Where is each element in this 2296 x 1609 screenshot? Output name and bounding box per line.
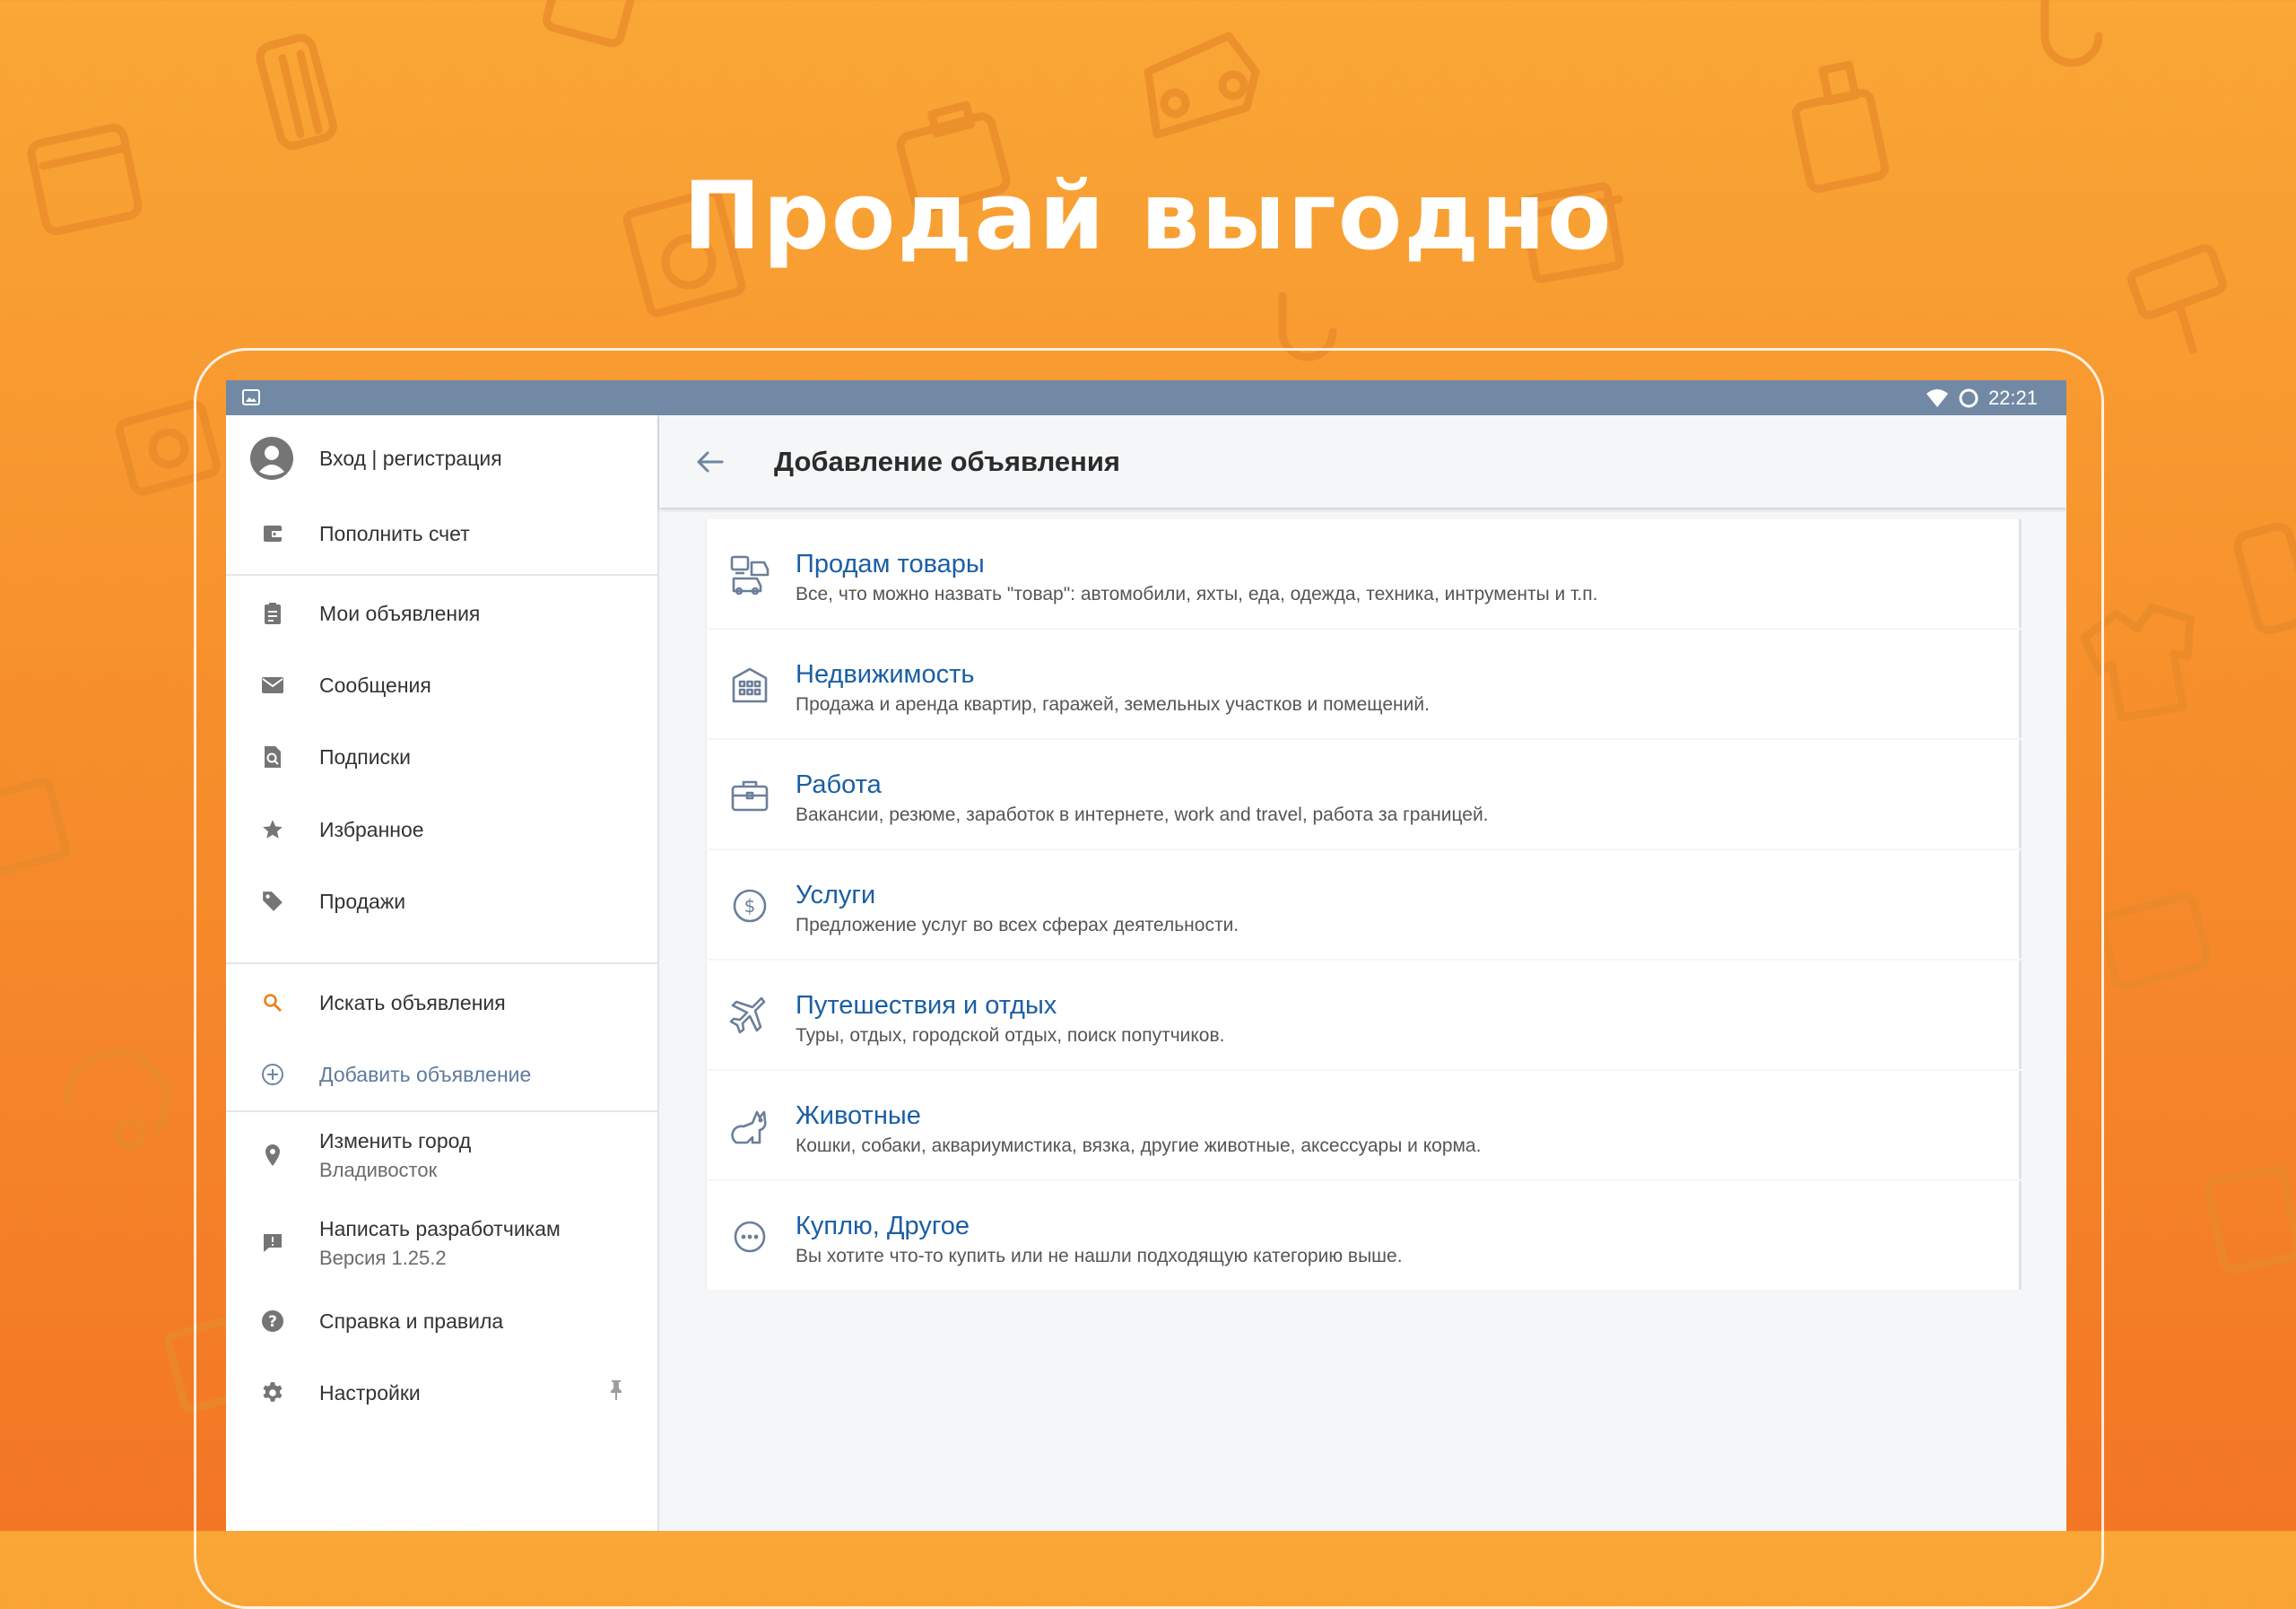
- tire-right-bg-icon: [2233, 522, 2296, 635]
- category-title: Животные: [796, 1101, 921, 1130]
- drawer-add-ad[interactable]: Добавить объявление: [226, 1049, 657, 1100]
- drawer-login-label: Вход | регистрация: [319, 446, 502, 470]
- category-goods[interactable]: Продам товары Все, что можно назвать "то…: [705, 519, 2022, 628]
- more-dots-icon: [734, 1221, 766, 1253]
- drawer-dev-label: Написать разработчикам: [319, 1216, 561, 1240]
- category-services[interactable]: $ Услуги Предложение услуг во всех сфера…: [705, 850, 2022, 959]
- drawer-login[interactable]: Вход | регистрация: [226, 433, 657, 483]
- star-icon: [258, 815, 287, 844]
- navigation-drawer: Вход | регистрация Пополнить счет Мои об…: [226, 415, 659, 1531]
- envelope-icon: [258, 671, 287, 700]
- drawer-item-label: Продажи: [319, 889, 406, 913]
- category-title: Путешествия и отдых: [796, 991, 1057, 1020]
- help-icon: ?: [258, 1307, 287, 1335]
- drawer-item-favorites[interactable]: Избранное: [226, 804, 657, 855]
- bottle-right-bg-icon: [2204, 1165, 2296, 1274]
- page-title: Добавление объявления: [774, 446, 1121, 477]
- drawer-add-label: Добавить объявление: [319, 1062, 532, 1086]
- tag-icon: [258, 887, 287, 916]
- drawer-topup-label: Пополнить счет: [319, 521, 470, 545]
- device-screen: 22:21 Вход | регистрация Пополнить счет: [226, 380, 2066, 1531]
- drawer-city-text: Изменить город Владивосток: [319, 1129, 471, 1182]
- category-description: Кошки, собаки, аквариумистика, вязка, др…: [796, 1135, 1482, 1156]
- drawer-item-my-ads[interactable]: Мои объявления: [226, 588, 657, 639]
- category-description: Туры, отдых, городской отдых, поиск попу…: [796, 1025, 1225, 1046]
- feedback-icon: [258, 1229, 287, 1257]
- gear-icon: [258, 1379, 287, 1407]
- app-bar: Добавление объявления: [659, 415, 2066, 508]
- drawer-item-subscriptions[interactable]: Подписки: [226, 732, 657, 782]
- cat-icon: [731, 1110, 767, 1144]
- goods-icon: [730, 555, 770, 596]
- wallet-icon: [258, 519, 287, 548]
- category-travel[interactable]: Путешествия и отдых Туры, отдых, городск…: [705, 961, 2022, 1069]
- drawer-item-label: Избранное: [319, 817, 424, 841]
- drawer-city-label: Изменить город: [319, 1128, 472, 1152]
- drawer-write-developers[interactable]: Написать разработчикам Версия 1.25.2: [226, 1212, 657, 1274]
- status-bar: 22:21: [226, 380, 2066, 415]
- svg-text:$: $: [744, 895, 756, 917]
- pin-icon[interactable]: [608, 1379, 624, 1407]
- briefcase-icon: [731, 780, 769, 812]
- category-animals[interactable]: Животные Кошки, собаки, аквариумистика, …: [705, 1071, 2022, 1179]
- category-title: Продам товары: [796, 550, 985, 578]
- category-list: Продам товары Все, что можно назвать "то…: [705, 519, 2022, 1292]
- category-real-estate[interactable]: Недвижимость Продажа и аренда квартир, г…: [705, 630, 2022, 738]
- drawer-divider: [226, 574, 657, 576]
- category-other[interactable]: Куплю, Другое Вы хотите что-то купить ил…: [705, 1181, 2022, 1290]
- back-arrow-icon[interactable]: [693, 446, 726, 478]
- box-bg-icon: [0, 778, 70, 876]
- category-title: Недвижимость: [796, 660, 975, 689]
- tire-bg-icon: [256, 33, 337, 151]
- promo-headline: Продай выгодно: [683, 161, 1613, 271]
- drawer-help-label: Справка и правила: [319, 1309, 504, 1333]
- car-bg-icon: [1144, 31, 1260, 139]
- category-description: Предложение услуг во всех сферах деятель…: [796, 915, 1239, 935]
- status-right: 22:21: [1926, 387, 2038, 410]
- drawer-change-city[interactable]: Изменить город Владивосток: [226, 1124, 657, 1187]
- suitcase-right-bg-icon: [2098, 892, 2212, 990]
- drawer-settings[interactable]: Настройки: [226, 1368, 657, 1418]
- drawer-search-ads[interactable]: Искать объявления: [226, 978, 657, 1028]
- headset-bg-icon: [63, 1048, 170, 1152]
- category-description: Вакансии, резюме, заработок в интернете,…: [796, 804, 1489, 825]
- drawer-city-value: Владивосток: [319, 1158, 438, 1181]
- drawer-item-sales[interactable]: Продажи: [226, 876, 657, 926]
- drawer-settings-label: Настройки: [319, 1380, 421, 1405]
- drawer-search-label: Искать объявления: [319, 990, 506, 1014]
- drawer-version: Версия 1.25.2: [319, 1246, 447, 1269]
- drawer-divider: [226, 962, 657, 964]
- document-search-icon: [258, 743, 287, 771]
- battery-circle-icon: [1959, 388, 1979, 408]
- building-icon: [732, 667, 768, 703]
- drawer-help[interactable]: ? Справка и правила: [226, 1296, 657, 1346]
- svg-text:?: ?: [268, 1313, 277, 1331]
- category-work[interactable]: Работа Вакансии, резюме, заработок в инт…: [705, 740, 2022, 848]
- category-title: Работа: [796, 770, 882, 799]
- drawer-dev-text: Написать разработчикам Версия 1.25.2: [319, 1217, 561, 1270]
- category-description: Вы хотите что-то купить или не нашли под…: [796, 1246, 1403, 1266]
- drawer-divider: [226, 1110, 657, 1112]
- add-circle-icon: [258, 1060, 287, 1089]
- status-time: 22:21: [1987, 387, 2038, 409]
- phone-bg-icon: [543, 0, 637, 48]
- drawer-item-messages[interactable]: Сообщения: [226, 660, 657, 710]
- drawer-item-label: Сообщения: [319, 673, 431, 697]
- clipboard-icon: [258, 599, 287, 628]
- drawer-item-label: Мои объявления: [319, 601, 481, 625]
- category-title: Куплю, Другое: [796, 1212, 970, 1240]
- drawer-item-label: Подписки: [319, 744, 411, 769]
- dollar-coin-icon: $: [733, 889, 767, 923]
- search-icon: [258, 988, 287, 1017]
- airplane-icon: [729, 996, 766, 1034]
- drawer-topup[interactable]: Пополнить счет: [226, 509, 657, 559]
- location-pin-icon: [258, 1141, 287, 1170]
- category-description: Продажа и аренда квартир, гаражей, земел…: [796, 694, 1430, 715]
- wifi-icon: [1926, 389, 1948, 407]
- image-notification-icon: [242, 389, 260, 405]
- avatar-icon: [249, 436, 294, 481]
- category-title: Услуги: [796, 881, 876, 909]
- category-description: Все, что можно назвать "товар": автомоби…: [796, 584, 1598, 604]
